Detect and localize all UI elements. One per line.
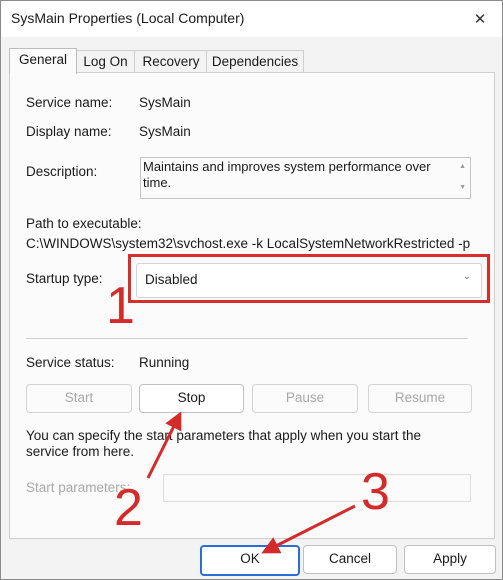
service-status-value: Running (139, 355, 190, 370)
annotation-number-3: 3 (361, 463, 390, 521)
tab-recovery[interactable]: Recovery (134, 50, 208, 73)
pause-button[interactable]: Pause (252, 384, 358, 413)
tab-dependencies[interactable]: Dependencies (206, 50, 304, 73)
apply-button[interactable]: Apply (404, 545, 496, 574)
start-parameters-input[interactable] (163, 474, 471, 502)
annotation-number-2: 2 (114, 479, 143, 537)
description-textbox[interactable]: Maintains and improves system performanc… (140, 157, 471, 199)
close-button[interactable]: ✕ (458, 1, 502, 37)
ok-button[interactable]: OK (200, 545, 300, 576)
scroll-up-icon[interactable]: ▲ (459, 163, 466, 170)
start-params-help-text: You can specify the start parameters tha… (26, 428, 421, 459)
cancel-button[interactable]: Cancel (303, 545, 397, 574)
display-name-label: Display name: (26, 124, 112, 139)
annotation-highlight-box (128, 254, 490, 303)
title-bar: SysMain Properties (Local Computer) ✕ (1, 1, 502, 37)
start-button[interactable]: Start (26, 384, 132, 413)
service-status-label: Service status: (26, 355, 115, 370)
properties-window: SysMain Properties (Local Computer) ✕ Ge… (0, 0, 503, 580)
divider (26, 338, 468, 339)
stop-button[interactable]: Stop (139, 384, 244, 413)
general-tab-panel: Service name: SysMain Display name: SysM… (9, 72, 495, 539)
resume-button[interactable]: Resume (368, 384, 472, 413)
startup-type-label: Startup type: (26, 271, 103, 286)
scroll-down-icon[interactable]: ▼ (459, 184, 466, 191)
path-label: Path to executable: (26, 216, 142, 231)
service-name-value: SysMain (139, 95, 191, 110)
display-name-value: SysMain (139, 124, 191, 139)
window-title: SysMain Properties (Local Computer) (11, 10, 245, 26)
description-label: Description: (26, 164, 98, 179)
service-name-label: Service name: (26, 95, 113, 110)
tab-general[interactable]: General (9, 48, 77, 74)
close-icon: ✕ (473, 11, 487, 28)
tab-log-on[interactable]: Log On (75, 50, 136, 73)
divider-highlight (26, 340, 468, 341)
description-text: Maintains and improves system performanc… (143, 159, 431, 190)
annotation-number-1: 1 (106, 277, 135, 335)
path-value: C:\WINDOWS\system32\svchost.exe -k Local… (26, 236, 471, 251)
